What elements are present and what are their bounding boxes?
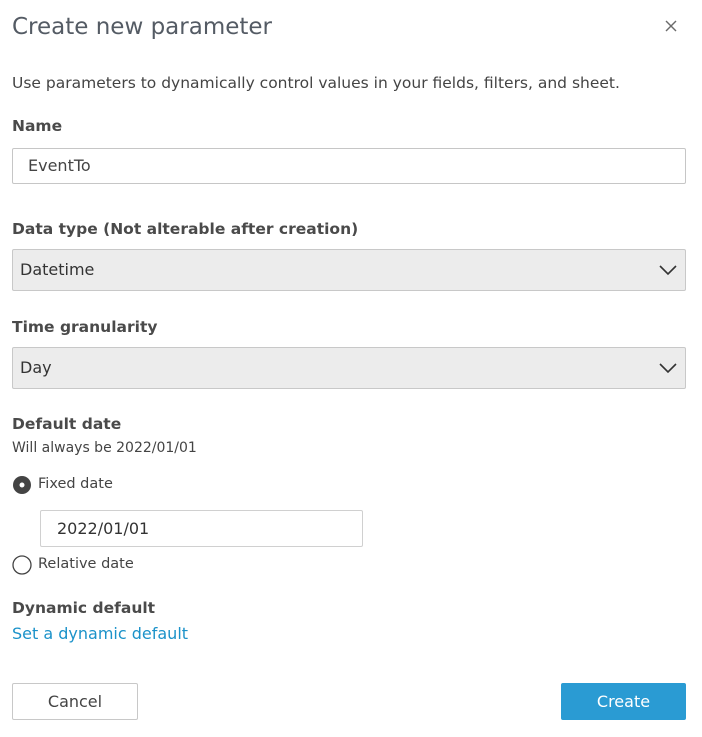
dialog-description: Use parameters to dynamically control va… (12, 74, 620, 92)
data-type-label: Data type (Not alterable after creation) (12, 220, 359, 238)
cancel-button[interactable]: Cancel (12, 683, 138, 720)
data-type-select[interactable]: Datetime (12, 249, 686, 291)
radio-selected-icon (13, 476, 31, 494)
chevron-down-icon (659, 265, 677, 276)
create-button[interactable]: Create (561, 683, 686, 720)
name-label: Name (12, 117, 63, 135)
close-icon (665, 20, 677, 32)
dynamic-default-label: Dynamic default (12, 599, 156, 617)
relative-date-label: Relative date (38, 556, 134, 572)
close-button[interactable] (660, 15, 682, 37)
name-input[interactable]: EventTo (12, 148, 686, 184)
radio-unselected-icon (12, 555, 32, 575)
data-type-value: Datetime (20, 260, 95, 279)
chevron-down-icon (659, 363, 677, 374)
set-dynamic-default-link[interactable]: Set a dynamic default (12, 624, 188, 643)
default-date-label: Default date (12, 415, 122, 433)
dialog-title: Create new parameter (12, 14, 273, 40)
fixed-date-label: Fixed date (38, 476, 113, 492)
time-granularity-value: Day (20, 358, 52, 377)
fixed-date-input[interactable]: 2022/01/01 (40, 510, 363, 547)
default-date-hint: Will always be 2022/01/01 (12, 440, 197, 456)
time-granularity-select[interactable]: Day (12, 347, 686, 389)
time-granularity-label: Time granularity (12, 318, 158, 336)
create-parameter-dialog: Create new parameter Use parameters to d… (0, 0, 702, 737)
